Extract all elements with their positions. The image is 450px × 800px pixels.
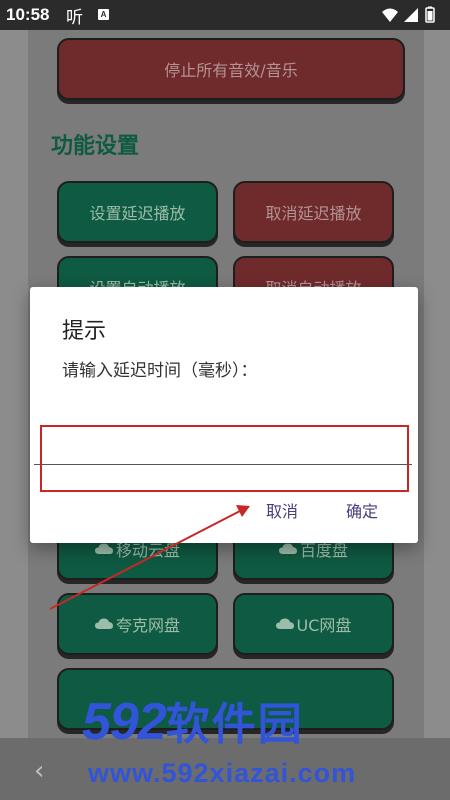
watermark-number: 592	[82, 693, 167, 751]
status-icons	[380, 6, 440, 28]
status-time: 10:58	[6, 5, 50, 24]
watermark: 592软件园 www.592xiazai.com	[64, 680, 448, 798]
battery-icon	[425, 6, 435, 23]
watermark-url: www.592xiazai.com	[88, 758, 357, 788]
stop-all-sounds-label: 停止所有音效/音乐	[164, 61, 298, 80]
quark-pan-button[interactable]: 夸克网盘	[57, 593, 218, 655]
dialog-message: 请输入延迟时间（毫秒）：	[62, 361, 258, 381]
cancel-delay-label: 取消延迟播放	[265, 204, 362, 223]
signal-icon	[404, 8, 418, 22]
watermark-name: 软件园	[165, 699, 304, 750]
wifi-icon	[382, 8, 398, 22]
delay-input-dialog: 提示 请输入延迟时间（毫秒）： 取消 确定	[30, 287, 418, 543]
back-icon[interactable]: ‹	[34, 756, 44, 786]
set-delay-button[interactable]: 设置延迟播放	[57, 181, 218, 243]
watermark-logo: 592软件园	[82, 688, 304, 752]
status-bar: 10:58 听 A	[0, 0, 450, 30]
section-title: 功能设置	[51, 134, 140, 159]
cloud-icon	[94, 618, 113, 629]
notification-icon: A	[98, 9, 109, 20]
set-delay-label: 设置延迟播放	[89, 204, 186, 223]
cancel-delay-button[interactable]: 取消延迟播放	[233, 181, 394, 243]
dialog-confirm-button[interactable]: 确定	[346, 498, 378, 522]
cloud-icon	[278, 543, 297, 554]
delay-time-input[interactable]	[34, 437, 412, 465]
dialog-cancel-button[interactable]: 取消	[266, 498, 298, 522]
dialog-title: 提示	[62, 319, 107, 344]
uc-pan-button[interactable]: UC网盘	[233, 593, 394, 655]
cloud-icon	[94, 543, 113, 554]
cloud-icon	[275, 618, 294, 629]
quark-pan-label: 夸克网盘	[115, 616, 180, 635]
app-notification-icon: 听	[66, 8, 83, 28]
stop-all-sounds-button[interactable]: 停止所有音效/音乐	[57, 38, 405, 100]
uc-pan-label: UC网盘	[296, 616, 352, 635]
